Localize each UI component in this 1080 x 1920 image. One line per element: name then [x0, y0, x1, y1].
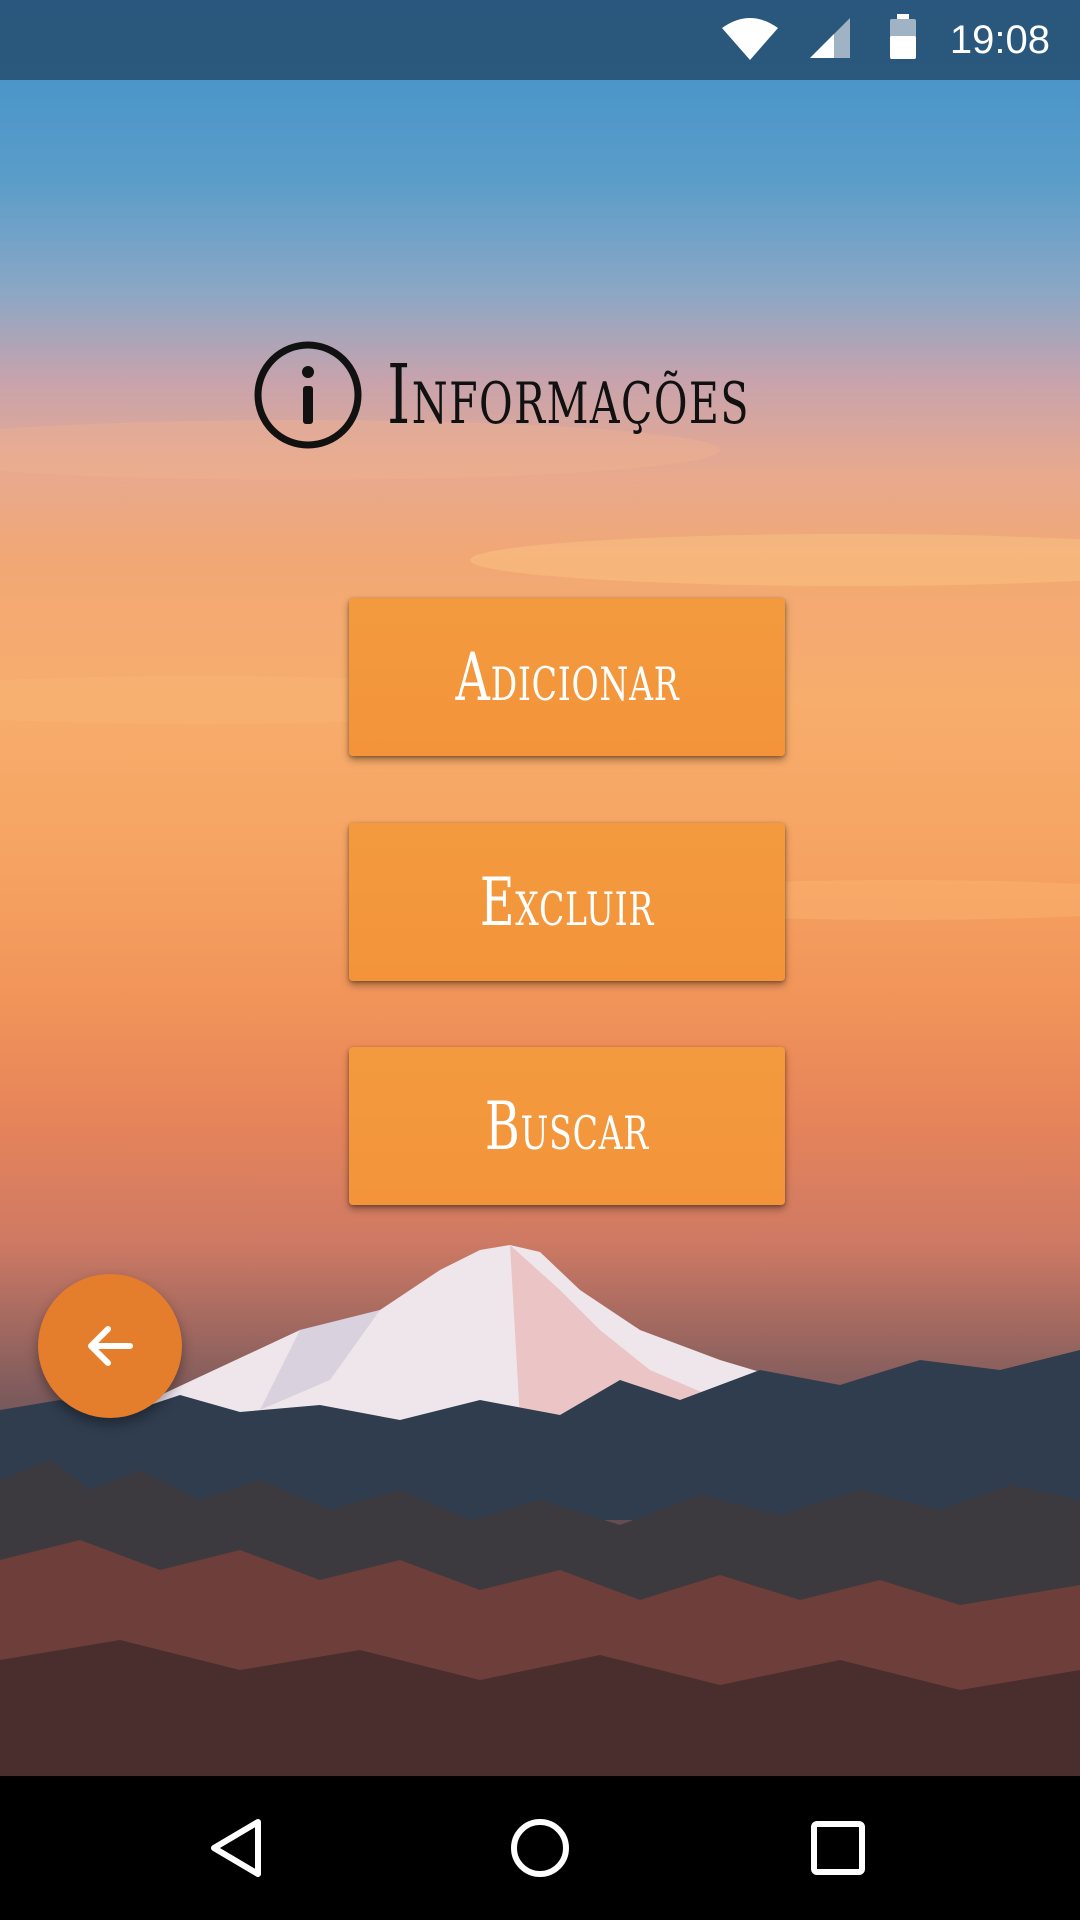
info-icon [254, 341, 362, 449]
back-triangle-icon [211, 1819, 261, 1877]
navigation-bar [0, 1776, 1080, 1920]
nav-back-button[interactable] [186, 1798, 286, 1898]
home-circle-icon [511, 1819, 569, 1877]
delete-button-label: Excluir [479, 863, 655, 941]
recents-square-icon [811, 1821, 865, 1875]
status-time: 19:08 [949, 18, 1050, 62]
add-button-label: Adicionar [455, 638, 679, 716]
arrow-left-icon [88, 1326, 133, 1366]
wifi-icon [722, 18, 778, 60]
page-title: Informações [387, 347, 750, 443]
cell-signal-icon [810, 18, 850, 58]
delete-button[interactable]: Excluir [349, 823, 785, 981]
nav-home-button[interactable] [490, 1798, 590, 1898]
nav-recents-button[interactable] [788, 1798, 888, 1898]
page-header: Informações [0, 340, 1080, 450]
search-button[interactable]: Buscar [349, 1047, 785, 1205]
search-button-label: Buscar [484, 1087, 650, 1165]
add-button[interactable]: Adicionar [349, 598, 785, 756]
back-fab-button[interactable] [38, 1274, 182, 1418]
status-bar: 19:08 [0, 0, 1080, 80]
battery-icon [890, 14, 916, 59]
